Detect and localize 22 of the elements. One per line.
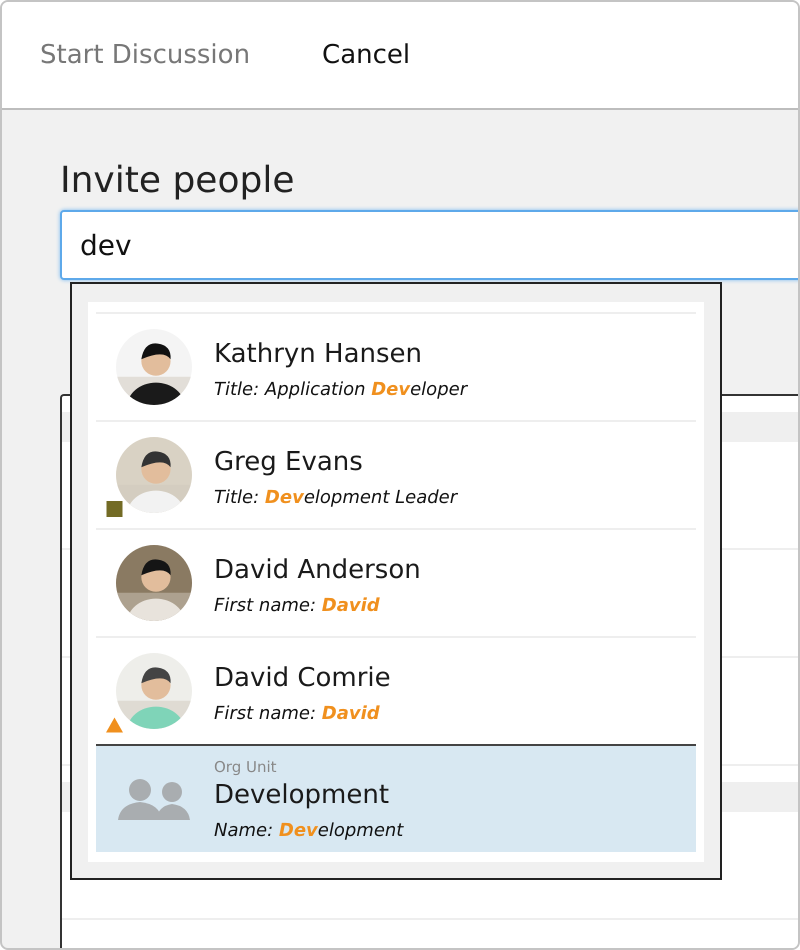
group-icon (118, 778, 190, 820)
status-square-icon (106, 501, 123, 517)
match-detail: Name: Development (214, 820, 404, 840)
result-name: Development (214, 778, 390, 812)
match-detail: Title: Application Developer (214, 378, 468, 400)
cancel-button[interactable]: Cancel (322, 40, 410, 70)
suggestion-item[interactable]: Org Unit Development Name: Development (96, 744, 696, 852)
warning-triangle-icon (106, 717, 123, 733)
result-name: Greg Evans (214, 446, 363, 478)
suggestion-item[interactable]: Kathryn Hansen Title: Application Developer (96, 312, 696, 420)
result-name: Kathryn Hansen (214, 338, 422, 370)
match-detail: First name: David (214, 594, 380, 616)
result-name: David Anderson (214, 554, 421, 586)
suggestion-item[interactable]: David Anderson First name: David (96, 528, 696, 636)
page-title: Start Discussion (40, 40, 250, 70)
search-field[interactable]: dev (60, 210, 798, 280)
match-detail: First name: David (214, 702, 380, 724)
field-label: Invite people (60, 159, 296, 203)
category-label: Org Unit (214, 758, 277, 776)
match-detail: Title: Development Leader (214, 486, 458, 508)
suggestion-item[interactable]: Greg Evans Title: Development Leader (96, 420, 696, 528)
result-name: David Comrie (214, 662, 391, 694)
